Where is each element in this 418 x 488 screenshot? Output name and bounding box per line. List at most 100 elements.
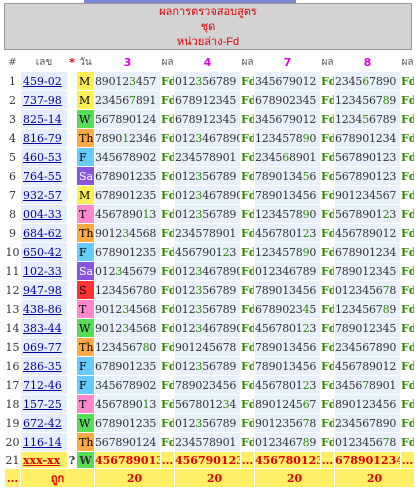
row-code-link[interactable]: 116-14 (21, 433, 67, 451)
row-code-link[interactable]: 383-44 (21, 319, 67, 337)
row-code-link[interactable]: 004-33 (21, 205, 67, 223)
row-code-link[interactable]: 932-57 (21, 186, 67, 204)
row-code-link[interactable]: 650-42 (21, 243, 67, 261)
row-value-4: 012356789 (175, 72, 240, 90)
row-value-3: 678901235 (95, 186, 160, 204)
row-star (68, 338, 76, 356)
row-code-link[interactable]: 825-14 (21, 110, 67, 128)
row-value-4: 234578901 (175, 224, 240, 242)
row-index: 1 (9, 74, 16, 88)
row-code-link[interactable]: 069-77 (21, 338, 67, 356)
row-result-3: Fd (161, 205, 174, 223)
row-code-link[interactable]: 672-42 (21, 414, 67, 432)
row-result-4: Fd (241, 300, 254, 318)
value-segment: 9 (389, 93, 397, 107)
row-star (68, 91, 76, 109)
row-day: F (77, 243, 94, 261)
row-value-7: 123457890 (255, 129, 320, 147)
total-code-link[interactable]: xxx-xx (21, 452, 67, 468)
row-result-7: Fd (321, 281, 334, 299)
value-segment: 56789 (202, 359, 237, 373)
row-code-link[interactable]: 816-79 (21, 129, 67, 147)
value-segment: 012 (175, 74, 196, 88)
value-segment: 8901 (289, 150, 317, 164)
row-result-7: Fd (321, 300, 334, 318)
value-segment: 6 (362, 74, 370, 88)
row-result-3: Fd (161, 91, 174, 109)
row-code-link[interactable]: 947-98 (21, 281, 67, 299)
value-segment: 1234567 (335, 302, 383, 316)
row-code-link[interactable]: 684-62 (21, 224, 67, 242)
value-segment: 0 (309, 131, 317, 145)
row-result-4: Fd (241, 167, 254, 185)
row-value-3: 345678902 (95, 376, 160, 394)
value-segment: 467890 (202, 188, 240, 202)
total-dots-1: ... (161, 452, 174, 468)
row-code-link[interactable]: 102-33 (21, 262, 67, 280)
row-value-7: 789013456 (255, 357, 320, 375)
row-code-link[interactable]: 737-98 (21, 91, 67, 109)
value-segment: 678912345 (175, 93, 237, 107)
value-segment: 4568 (129, 226, 157, 240)
row-code-link[interactable]: 712-46 (21, 376, 67, 394)
value-segment: 4568 (129, 302, 157, 316)
row-result-4: Fd (241, 319, 254, 337)
row-value-8: 678901234 (335, 243, 400, 261)
row-code-link[interactable]: 459-02 (21, 72, 67, 90)
row-day: M (77, 91, 94, 109)
row-value-7: 456780123 (255, 224, 320, 242)
row-value-7: 123457890 (255, 205, 320, 223)
value-segment: 012 (175, 207, 196, 221)
row-code-link[interactable]: 157-25 (21, 395, 67, 413)
value-segment: 9 (389, 302, 397, 316)
row-result-8: Fd (401, 72, 414, 90)
row-result-7: Fd (321, 433, 334, 451)
row-star (68, 300, 76, 318)
row-day: W (77, 414, 94, 432)
row-code-link[interactable]: 438-86 (21, 300, 67, 318)
row-result-3: Fd (161, 167, 174, 185)
row-star (68, 243, 76, 261)
score-lead: ... (5, 469, 20, 487)
value-segment: 678901235 (95, 188, 157, 202)
row-day: Sa (77, 167, 94, 185)
value-segment: 2345 (335, 74, 363, 88)
row-value-4: 0123467890 (175, 186, 240, 204)
row-value-4: 0123467890 (175, 129, 240, 147)
row-result-3: Fd (161, 357, 174, 375)
row-result-3: Fd (161, 319, 174, 337)
value-segment: 8 (389, 435, 397, 449)
row-result-7: Fd (321, 357, 334, 375)
row-value-7: 678902345 (255, 300, 320, 318)
row-index: 8 (9, 207, 16, 221)
value-segment: 56789 (202, 169, 237, 183)
value-segment: 7 (129, 93, 136, 107)
row-value-3: 678901235 (95, 167, 160, 185)
row-code-link[interactable]: 764-55 (21, 167, 67, 185)
row-result-3: Fd (161, 148, 174, 166)
row-result-3: Fd (161, 376, 174, 394)
table-row: 12 947-98 S 123456780 Fd 012356789 Fd 789013456… (5, 281, 414, 299)
row-result-8: Fd (401, 243, 414, 261)
value-segment: 3 (129, 74, 136, 88)
value-segment: 678912345 (175, 112, 237, 126)
row-result-8: Fd (401, 395, 414, 413)
row-star (68, 414, 76, 432)
row-value-4: 012356789 (175, 281, 240, 299)
table-row: 10 650-42 F 678901235 Fd 456790123 Fd 123457890… (5, 243, 414, 261)
row-value-8: 567890123 (335, 205, 400, 223)
row-result-7: Fd (321, 186, 334, 204)
value-segment: 6789 (369, 112, 397, 126)
table-row: 20 116-14 Th 567890124 Fd 234578901 Fd 01234678… (5, 433, 414, 451)
value-segment: 345678902 (95, 150, 157, 164)
total-question: ? (68, 452, 76, 468)
row-value-3: 123456780 (95, 338, 160, 356)
row-value-7: 789013456 (255, 338, 320, 356)
row-code-link[interactable]: 460-53 (21, 148, 67, 166)
row-result-8: Fd (401, 414, 414, 432)
row-result-7: Fd (321, 338, 334, 356)
row-code-link[interactable]: 286-35 (21, 357, 67, 375)
row-result-8: Fd (401, 129, 414, 147)
row-result-7: Fd (321, 243, 334, 261)
row-value-8: 901234567 (335, 186, 400, 204)
